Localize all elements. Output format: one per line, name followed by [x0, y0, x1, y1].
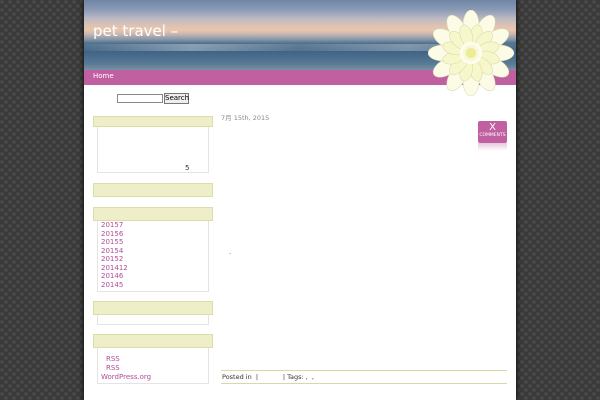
- archive-link[interactable]: 20156: [101, 230, 123, 238]
- archive-link[interactable]: 20154: [101, 247, 123, 255]
- post-meta: Posted in | | Tags: , ,: [222, 373, 314, 381]
- archive-link[interactable]: 20157: [101, 221, 123, 229]
- dahlia-flower-icon: [428, 10, 515, 96]
- nav-item-home[interactable]: Home: [93, 72, 114, 80]
- archive-link[interactable]: 20145: [101, 281, 123, 289]
- comment-count: X: [489, 122, 496, 133]
- archive-link[interactable]: 201412: [101, 264, 128, 272]
- wordpress-link[interactable]: WordPress.org: [101, 373, 151, 381]
- meta-header: [93, 334, 213, 348]
- archive-link[interactable]: 20155: [101, 238, 123, 246]
- page-container: pet travel – Home Search 5 20157 20156 2…: [84, 0, 516, 400]
- widget-1-text: 5: [185, 164, 190, 172]
- meta-divider: [221, 383, 507, 384]
- comment-badge-reflection: [478, 143, 507, 151]
- archive-link[interactable]: 20146: [101, 272, 123, 280]
- site-title[interactable]: pet travel –: [93, 22, 178, 40]
- comment-badge[interactable]: X COMMENTS: [478, 121, 507, 143]
- widget-1-header: [93, 116, 213, 127]
- search-input[interactable]: [117, 94, 163, 103]
- rss-link[interactable]: RSS: [106, 355, 120, 363]
- archive-link[interactable]: 20152: [101, 255, 123, 263]
- archives-header: [93, 207, 213, 221]
- widget-4-header: [93, 301, 213, 315]
- post-body: .: [229, 248, 232, 256]
- rss-link[interactable]: RSS: [106, 364, 120, 372]
- search-button[interactable]: Search: [164, 93, 189, 104]
- widget-2-header: [93, 183, 213, 197]
- widget-4-body: [97, 315, 209, 325]
- comment-label: COMMENTS: [479, 133, 506, 138]
- post-date: 7月 15th, 2015: [221, 114, 270, 122]
- widget-1-body: [97, 127, 209, 173]
- meta-divider: [221, 370, 507, 371]
